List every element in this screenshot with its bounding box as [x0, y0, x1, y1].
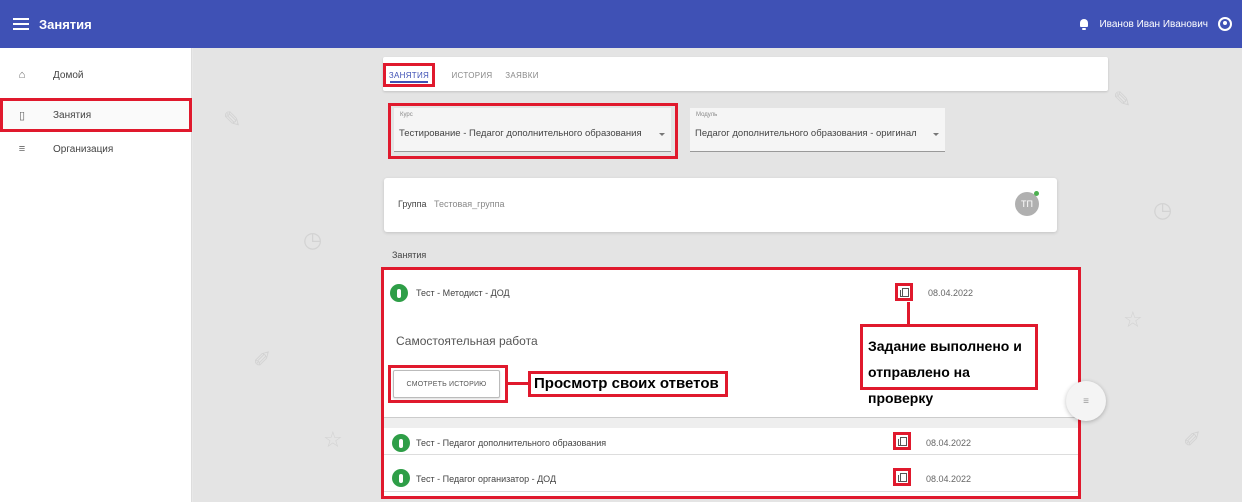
background-doodle: ☆: [323, 428, 343, 453]
menu-icon: ≡: [1083, 395, 1089, 407]
lesson-title: Тест - Педагог организатор - ДОД: [416, 474, 557, 484]
tab-history[interactable]: ИСТОРИЯ: [447, 63, 497, 87]
test-tube-icon: [392, 434, 410, 452]
tab-label: ИСТОРИЯ: [451, 70, 493, 80]
scroll-menu-button[interactable]: ≡: [1066, 381, 1106, 421]
module-select-label: Модуль: [696, 112, 718, 118]
list-icon: ≡: [18, 143, 26, 155]
tab-lessons[interactable]: ЗАНЯТИЯ: [383, 63, 435, 87]
tab-indicator: [390, 81, 428, 83]
test-tube-icon: [392, 469, 410, 487]
bell-icon[interactable]: [1079, 18, 1089, 30]
account-icon[interactable]: [1218, 17, 1232, 31]
chevron-down-icon: [933, 133, 939, 136]
background-doodle: ✎: [1113, 88, 1132, 113]
callout-connector: [907, 302, 910, 326]
task-done-callout-line: Задание выполнено и: [868, 338, 1022, 354]
chevron-down-icon: [659, 133, 665, 136]
background-doodle: ◷: [1153, 198, 1173, 223]
app-bar: Занятия Иванов Иван Иванович: [0, 0, 1242, 48]
tab-label: ЗАНЯТИЯ: [388, 70, 430, 80]
module-select[interactable]: Модуль Педагог дополнительного образован…: [690, 108, 945, 152]
book-icon: ▯: [18, 109, 26, 122]
task-done-callout: Задание выполнено и отправлено на провер…: [860, 324, 1038, 406]
sidebar-item-lessons[interactable]: ▯ Занятия: [0, 98, 192, 132]
lesson-title: Тест - Методист - ДОД: [416, 288, 510, 298]
sidebar-item-organization[interactable]: ≡ Организация: [0, 132, 192, 166]
online-status-dot: [1034, 191, 1039, 196]
lesson-date: 08.04.2022: [926, 474, 972, 484]
sidebar-item-label: Домой: [53, 69, 84, 81]
submitted-document-icon[interactable]: [893, 432, 911, 450]
home-icon: ⌂: [18, 69, 26, 81]
view-history-button[interactable]: СМОТРЕТЬ ИСТОРИЮ: [393, 370, 500, 398]
tabs-bar: ЗАНЯТИЯ ИСТОРИЯ ЗАЯВКИ: [383, 57, 1108, 91]
background-doodle: ☆: [1123, 308, 1143, 333]
app-title: Занятия: [39, 16, 92, 32]
background-doodle: ✐: [253, 348, 272, 373]
assignment-subtitle: Самостоятельная работа: [396, 334, 538, 348]
user-name[interactable]: Иванов Иван Иванович: [1099, 19, 1208, 30]
tab-label: ЗАЯВКИ: [505, 70, 539, 80]
module-select-value: Педагог дополнительного образования - ор…: [695, 128, 917, 139]
test-tube-icon: [390, 284, 408, 302]
group-value: Тестовая_группа: [434, 199, 505, 209]
sidebar-item-home[interactable]: ⌂ Домой: [0, 58, 192, 92]
tab-requests[interactable]: ЗАЯВКИ: [501, 63, 543, 87]
background-doodle: ◷: [303, 228, 323, 253]
lesson-date: 08.04.2022: [928, 288, 974, 298]
submitted-document-icon[interactable]: [893, 468, 911, 486]
user-area: Иванов Иван Иванович: [1079, 0, 1232, 48]
sidebar-item-label: Занятия: [53, 109, 92, 121]
background-doodle: ✎: [223, 108, 242, 133]
course-select-label: Курс: [400, 112, 413, 118]
callout-connector: [508, 382, 530, 385]
group-card: Группа Тестовая_группа ТП: [384, 178, 1057, 232]
lesson-title: Тест - Педагог дополнительного образован…: [416, 438, 607, 448]
view-answers-callout: Просмотр своих ответов: [528, 371, 728, 397]
menu-icon[interactable]: [13, 18, 29, 30]
lesson-date: 08.04.2022: [926, 438, 972, 448]
submitted-document-icon[interactable]: [895, 283, 913, 301]
group-label: Группа: [398, 199, 427, 209]
sidebar: ⌂ Домой ▯ Занятия ≡ Организация: [0, 48, 192, 502]
lessons-heading: Занятия: [392, 250, 427, 260]
sidebar-item-label: Организация: [53, 143, 114, 155]
background-doodle: ✐: [1183, 428, 1202, 453]
task-done-callout-line: отправлено на проверку: [868, 364, 970, 406]
course-select-value: Тестирование - Педагог дополнительного о…: [399, 128, 642, 139]
course-select[interactable]: Курс Тестирование - Педагог дополнительн…: [394, 108, 671, 152]
divider: [384, 417, 1078, 428]
